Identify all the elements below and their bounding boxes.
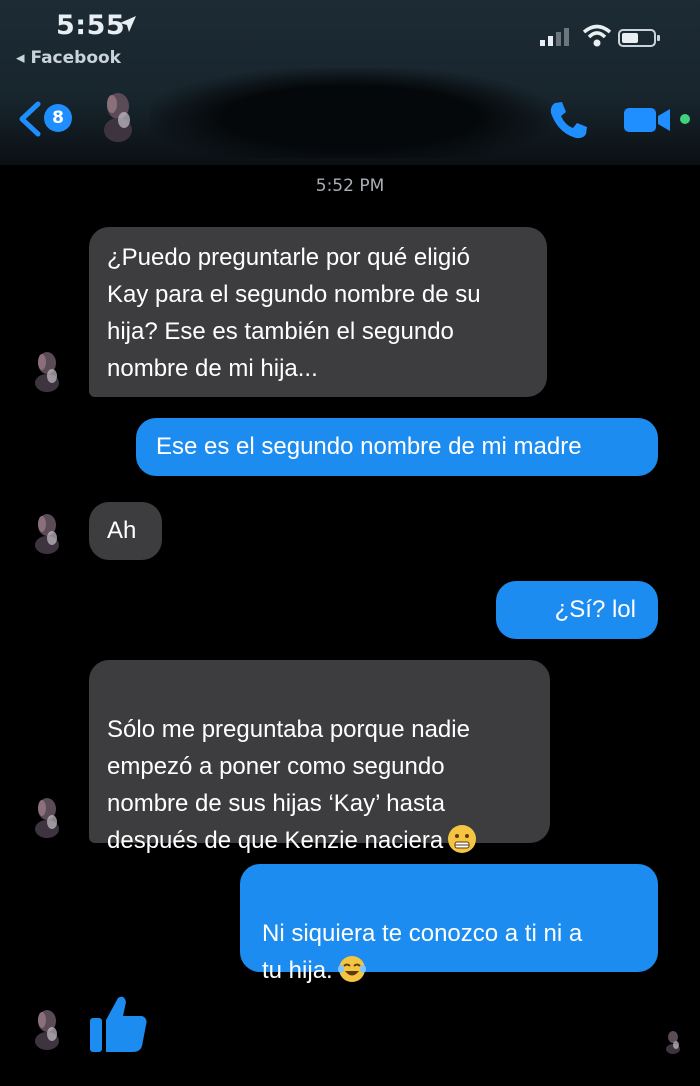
wifi-icon [582,24,612,47]
incoming-message-bubble[interactable]: Sólo me preguntaba porque nadie empezó a… [89,660,550,854]
grimace-emoji-icon [448,825,477,853]
signal-icon [540,28,569,46]
sender-avatar [35,352,59,392]
sender-avatar [35,1010,59,1050]
message-text: Sólo me preguntaba porque nadie empezó a… [107,716,470,854]
phone-call-icon[interactable] [546,98,590,142]
unread-count-badge[interactable]: 8 [44,104,72,132]
contact-name-redaction [150,68,550,158]
location-arrow-icon [120,16,136,32]
message-text: Ni siquiera te conozco a ti ni a tu hija… [262,920,583,984]
read-receipt-avatar [666,1031,680,1054]
back-to-facebook-link[interactable]: ◂ Facebook [16,48,121,68]
contact-avatar[interactable] [98,90,138,142]
outgoing-message-bubble[interactable]: ¿Sí? lol [496,581,658,639]
outgoing-message-bubble[interactable]: Ese es el segundo nombre de mi madre [136,418,658,476]
sender-avatar [35,514,59,554]
video-call-icon[interactable] [624,106,672,134]
conversation-timestamp: 5:52 PM [315,176,385,196]
outgoing-message-bubble[interactable]: Ni siquiera te conozco a ti ni a tu hija… [240,864,658,984]
incoming-message-bubble[interactable]: ¿Puedo preguntarle por qué eligió Kay pa… [89,227,547,397]
battery-icon [618,29,660,47]
back-chevron-icon[interactable] [14,100,44,138]
thumbs-up-icon[interactable] [88,992,150,1054]
laughing-tears-emoji-icon [337,956,366,982]
incoming-message-bubble[interactable]: Ah [89,502,162,560]
status-time: 5:55 [56,10,126,41]
sender-avatar [35,798,59,838]
active-status-dot [680,114,690,124]
